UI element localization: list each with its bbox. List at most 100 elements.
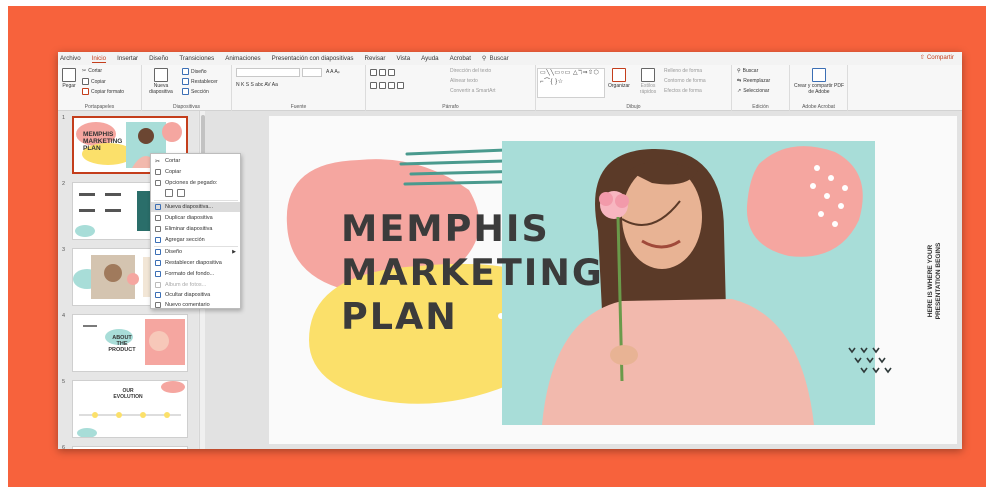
- format-background-icon: [155, 271, 161, 277]
- slide-number-5: 5: [62, 379, 66, 385]
- group-label-editing: Edición: [752, 104, 769, 110]
- group-label-clipboard: Portapapeles: [84, 104, 115, 110]
- paste-button[interactable]: Pegar: [62, 68, 76, 89]
- tab-diseno[interactable]: Diseño: [149, 55, 168, 62]
- share-button[interactable]: ⇧ Compartir: [920, 54, 954, 61]
- tab-insertar[interactable]: Insertar: [117, 55, 138, 62]
- slide-subtitle[interactable]: HERE IS WHERE YOUR PRESENTATION BEGINS: [915, 226, 955, 336]
- tab-ayuda[interactable]: Ayuda: [421, 55, 438, 62]
- share-icon: ⇧: [919, 54, 926, 61]
- font-family-select[interactable]: [236, 68, 300, 77]
- menu-item-hide-slide[interactable]: Ocultar diapositiva: [151, 290, 240, 300]
- new-slide-icon: [155, 204, 161, 210]
- slide-title-line-2: MARKETING: [341, 251, 604, 294]
- tab-archivo[interactable]: Archivo: [60, 55, 81, 62]
- menu-item-paste-options: Opciones de pegado:: [151, 178, 240, 188]
- slide-number-1: 1: [62, 115, 66, 121]
- shape-effects-button[interactable]: Efectos de forma: [664, 88, 702, 94]
- tab-acrobat[interactable]: Acrobat: [450, 55, 471, 62]
- group-paragraph: Dirección del texto Alinear texto Conver…: [366, 65, 536, 111]
- delete-slide-icon: [155, 226, 161, 232]
- paste-icon: [155, 180, 161, 186]
- menu-item-new-slide[interactable]: Nueva diapositiva...: [151, 202, 240, 212]
- search-box[interactable]: ⚲ Buscar: [482, 55, 509, 62]
- search-label: Buscar: [489, 55, 509, 62]
- copy-button[interactable]: Copiar: [82, 78, 106, 85]
- menu-item-duplicate-slide[interactable]: Duplicar diapositiva: [151, 213, 240, 223]
- search-icon: ⚲: [737, 68, 741, 74]
- submenu-arrow-icon: ▶: [232, 249, 236, 255]
- slide-title[interactable]: MEMPHIS MARKETING PLAN: [341, 207, 604, 339]
- menu-item-add-section[interactable]: Agregar sección: [151, 235, 240, 245]
- paste-picture-icon[interactable]: [177, 189, 185, 197]
- menu-item-cut[interactable]: ✂ Cortar: [151, 156, 240, 166]
- menu-item-new-comment[interactable]: Nuevo comentario: [151, 300, 240, 310]
- menu-separator: [154, 200, 238, 201]
- menu-item-copy[interactable]: Copiar: [151, 167, 240, 177]
- numbering-icon: [379, 69, 386, 76]
- align-buttons[interactable]: [370, 82, 404, 89]
- group-label-paragraph: Párrafo: [442, 104, 459, 110]
- share-label: Compartir: [926, 54, 954, 61]
- align-text-button[interactable]: Alinear texto: [450, 78, 478, 84]
- menu-item-photo-album[interactable]: Album de fotos...: [151, 280, 240, 290]
- reset-icon: [155, 260, 161, 266]
- tab-animaciones[interactable]: Animaciones: [225, 55, 260, 62]
- tab-transiciones[interactable]: Transiciones: [179, 55, 214, 62]
- hide-slide-icon: [155, 292, 161, 298]
- list-buttons[interactable]: [370, 69, 395, 76]
- font-size-buttons[interactable]: A A Aₚ: [326, 69, 340, 75]
- comment-icon: [155, 302, 161, 308]
- quick-styles-icon: [641, 68, 655, 82]
- font-style-buttons[interactable]: N K S S abc AV Aa: [236, 82, 278, 88]
- slide-number-2: 2: [62, 181, 66, 187]
- paste-keep-format-icon[interactable]: [165, 189, 173, 197]
- menu-item-delete-slide[interactable]: Eliminar diapositiva: [151, 224, 240, 234]
- shape-fill-button[interactable]: Relleno de forma: [664, 68, 702, 74]
- replace-icon: ⇆: [737, 78, 742, 84]
- ribbon: Pegar ✂ Cortar Copiar Copiar formato Por…: [58, 65, 962, 111]
- tab-vista[interactable]: Vista: [397, 55, 411, 62]
- slide-thumbnail-5[interactable]: OUR EVOLUTION: [72, 380, 188, 438]
- find-button[interactable]: ⚲ Buscar: [737, 68, 758, 74]
- menu-item-layout[interactable]: Diseño ▶: [151, 247, 240, 257]
- slide-title-line-1: MEMPHIS: [341, 207, 550, 250]
- current-slide[interactable]: MEMPHIS MARKETING PLAN HERE IS WHERE YOU…: [269, 116, 957, 444]
- group-label-acrobat: Adobe Acrobat: [802, 104, 835, 110]
- shapes-gallery[interactable]: ▭╲╲▭○▭ △ℸ⇒⇧⬡ ⌐⌒{ }☆: [537, 68, 605, 98]
- create-pdf-button[interactable]: Crear y compartir PDF de Adobe: [793, 68, 845, 95]
- arrange-icon: [611, 68, 626, 82]
- slide-title-line-3: PLAN: [341, 295, 458, 338]
- menu-item-reset-slide[interactable]: Restablecer diapositiva: [151, 258, 240, 268]
- tab-revisar[interactable]: Revisar: [365, 55, 386, 62]
- align-right-icon: [388, 82, 395, 89]
- powerpoint-window: Archivo Inicio Insertar Diseño Transicio…: [58, 52, 962, 449]
- select-button[interactable]: ↗ Seleccionar: [737, 88, 769, 94]
- group-font: A A Aₚ N K S S abc AV Aa Fuente: [232, 65, 366, 111]
- cut-button[interactable]: ✂ Cortar: [82, 68, 102, 74]
- new-slide-button[interactable]: Nueva diapositiva: [146, 68, 176, 95]
- replace-button[interactable]: ⇆ Reemplazar: [737, 78, 770, 84]
- slide-thumbnail-4[interactable]: ABOUT THE PRODUCT: [72, 314, 188, 372]
- slide-number-6: 6: [62, 445, 66, 449]
- copy-icon: [82, 78, 89, 85]
- quick-styles-button[interactable]: Estilos rápidos: [636, 68, 660, 95]
- format-painter-button[interactable]: Copiar formato: [82, 88, 124, 95]
- shape-outline-button[interactable]: Contorno de forma: [664, 78, 706, 84]
- slide-thumbnail-6[interactable]: [72, 446, 188, 449]
- search-icon: ⚲: [481, 55, 487, 62]
- menu-item-format-background[interactable]: Formato del fondo...: [151, 269, 240, 279]
- text-direction-button[interactable]: Dirección del texto: [450, 68, 491, 74]
- reset-button[interactable]: Restablecer: [182, 78, 218, 85]
- slide-number-4: 4: [62, 313, 66, 319]
- pdf-icon: [812, 68, 826, 82]
- layout-button[interactable]: Diseño: [182, 68, 207, 75]
- section-button[interactable]: Sección: [182, 88, 209, 95]
- font-size-select[interactable]: [302, 68, 322, 77]
- smartart-button[interactable]: Convertir a SmartArt: [450, 88, 496, 94]
- brush-icon: [82, 88, 89, 95]
- arrange-button[interactable]: Organizar: [608, 68, 630, 89]
- tab-inicio[interactable]: Inicio: [91, 55, 107, 63]
- paste-options-buttons: [151, 188, 240, 198]
- tab-presentacion[interactable]: Presentación con diapositivas: [272, 55, 354, 62]
